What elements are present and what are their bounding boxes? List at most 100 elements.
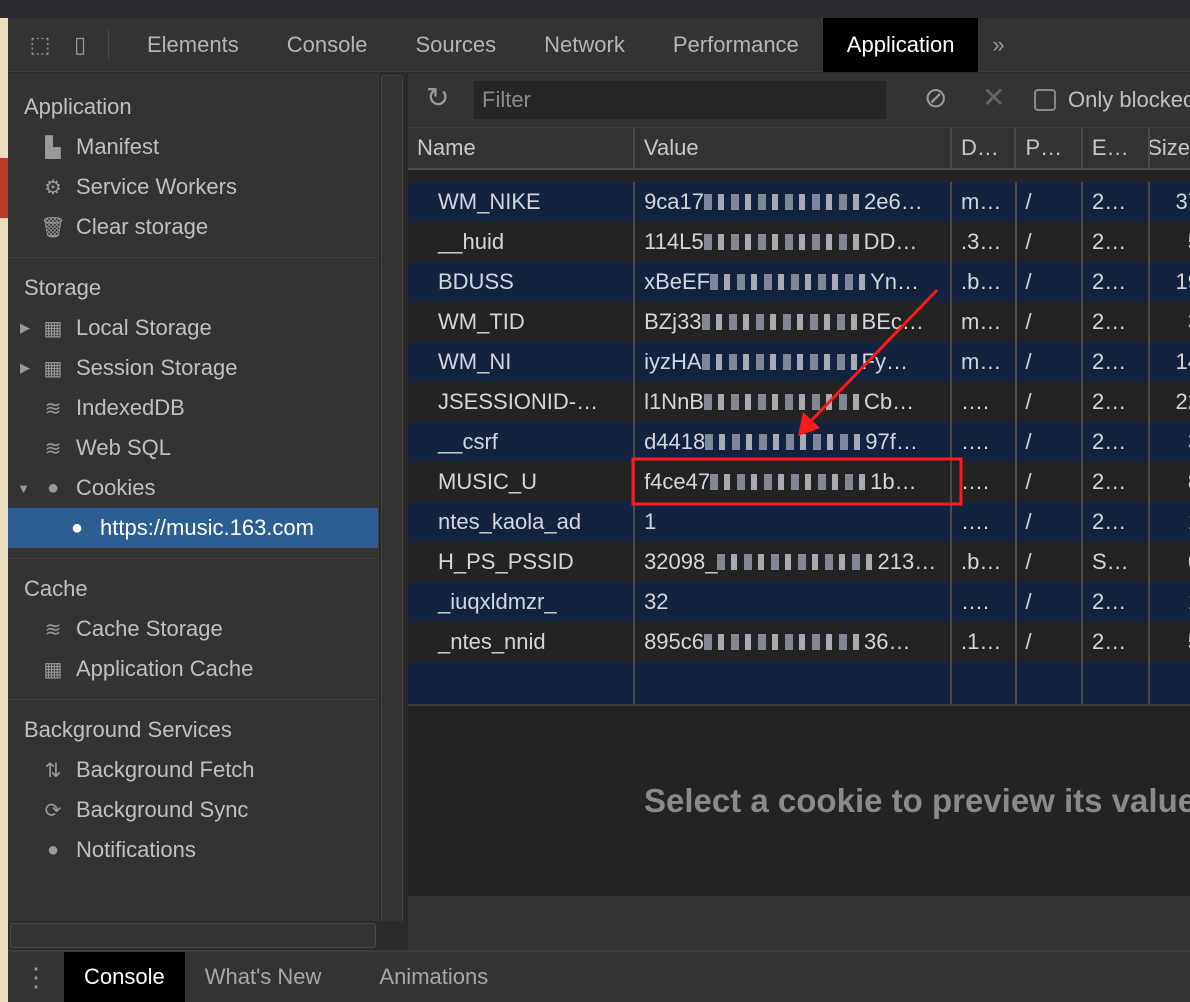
drawer-tab-animations[interactable]: Animations <box>359 952 508 1002</box>
sidebar-item[interactable]: ▼ ● Cookies <box>8 468 378 508</box>
sidebar-vertical-scrollbar[interactable] <box>378 73 406 923</box>
tab-performance[interactable]: Performance <box>649 18 823 72</box>
value-prefix: iyzHA <box>644 349 702 374</box>
table-row[interactable]: WM_TID BZj33 BEc… m…/2…3 <box>408 302 1190 342</box>
cookie-size: 3 <box>1150 422 1190 462</box>
tab-elements[interactable]: Elements <box>123 18 263 72</box>
cookies-toolbar: ↻ ⊘ ✕ Only blocked <box>408 73 1190 128</box>
tab-console[interactable]: Console <box>263 18 392 72</box>
cookie-value: 114L5 DD… <box>635 222 953 262</box>
size-value: 22 <box>1175 389 1190 414</box>
value-prefix: f4ce47 <box>644 469 711 494</box>
tab-application[interactable]: Application <box>822 17 979 72</box>
table-row[interactable]: _ntes_nnid 895c6 36… .1…/2…5 <box>408 622 1190 662</box>
cookie-value: 895c6 36… <box>635 622 953 662</box>
sidebar-item[interactable]: ≋ Web SQL <box>8 428 378 468</box>
drawer-tab-what-s-new[interactable]: What's New <box>185 952 342 1002</box>
sidebar-item[interactable]: ▶ ▦ Session Storage <box>8 348 378 388</box>
table-row[interactable]: ntes_kaola_ad1…./2…1 <box>408 502 1190 542</box>
sidebar-item[interactable]: ⟳ Background Sync <box>8 790 378 830</box>
cookie-domain: .b… <box>952 542 1017 582</box>
sidebar-item-label: Cookies <box>76 475 156 500</box>
cookie-icon: ● <box>46 476 60 499</box>
cookie-domain: .b… <box>952 262 1017 302</box>
sidebar-section-title: Cache <box>24 576 88 601</box>
cookie-name: _iuqxldmzr_ <box>408 582 636 622</box>
cookie-path: / <box>1017 382 1083 422</box>
table-row[interactable]: WM_NI iyzHA Fy… m…/2… 14 <box>408 342 1190 382</box>
sidebar-item[interactable]: ≋ IndexedDB <box>8 388 378 428</box>
cookie-size: 1 <box>1150 582 1190 622</box>
sidebar-item[interactable]: ● Notifications <box>8 830 378 870</box>
column-header[interactable]: Value <box>635 128 952 168</box>
expand-arrow-icon: ▶ <box>20 360 30 375</box>
sidebar-item[interactable]: ▙ Manifest <box>8 127 378 167</box>
cookie-path: / <box>1017 182 1083 222</box>
drawer-tab-console[interactable]: Console <box>64 952 185 1002</box>
cookie-path: / <box>1017 262 1083 302</box>
table-row[interactable]: H_PS_PSSID 32098_ 213… .b…/S…6 <box>408 542 1190 582</box>
inspect-element-icon[interactable]: ⬚ <box>20 18 60 72</box>
sidebar-item[interactable]: ⇅ Background Fetch <box>8 750 378 790</box>
clear-all-icon[interactable]: ⊘ <box>924 81 947 114</box>
more-tabs-icon[interactable]: » <box>978 18 1018 72</box>
sidebar-item[interactable]: ● https://music.163.com <box>8 508 378 548</box>
value-suffix: 213… <box>877 549 937 574</box>
sidebar-item[interactable]: ▶ ▦ Local Storage <box>8 308 378 348</box>
table-row[interactable]: JSESSIONID-… l1NnB Cb… …./2… 22 <box>408 382 1190 422</box>
column-header[interactable]: Name <box>408 128 635 168</box>
value-suffix: Fy… <box>861 349 908 374</box>
cookie-name: WM_TID <box>408 302 636 342</box>
cookie-domain: …. <box>952 502 1017 542</box>
size-value: 37 <box>1175 189 1190 214</box>
column-header[interactable]: E… <box>1083 128 1151 168</box>
sync-icon: ⟳ <box>44 799 62 822</box>
cookie-domain: .1… <box>952 622 1017 662</box>
sidebar-item[interactable]: ≋ Cache Storage <box>8 609 378 649</box>
cookie-expires: 2… <box>1083 422 1151 462</box>
sidebar-item-label: Notifications <box>76 837 196 862</box>
gear-icon: ⚙ <box>44 176 62 199</box>
table-row[interactable]: BDUSS xBeEF Yn… .b…/2… 19 <box>408 262 1190 302</box>
column-header[interactable]: D… <box>952 128 1017 168</box>
redacted-value <box>704 634 865 650</box>
table-header: Name Value D… P… E… Size <box>408 128 1190 170</box>
tab-sources[interactable]: Sources <box>391 18 520 72</box>
cookie-path: / <box>1017 582 1083 622</box>
column-header[interactable]: P… <box>1016 128 1083 168</box>
cookie-domain: …. <box>952 382 1017 422</box>
sidebar-item[interactable]: ⚙ Service Workers <box>8 167 378 207</box>
device-toolbar-icon[interactable]: ▯ <box>60 18 100 72</box>
value-suffix: Cb… <box>863 389 915 414</box>
drawer-menu-icon[interactable]: ⋮ <box>8 962 64 993</box>
cookies-panel: ↻ ⊘ ✕ Only blocked NameValueD…P…E…Size WM… <box>408 73 1190 950</box>
value-prefix: d4418 <box>644 429 706 454</box>
cookie-path: / <box>1017 502 1083 542</box>
empty-cell <box>1083 662 1151 704</box>
sidebar-item-label: IndexedDB <box>76 395 185 420</box>
refresh-icon[interactable]: ↻ <box>426 81 449 114</box>
cookie-expires: 2… <box>1083 502 1151 542</box>
sidebar-item-label: Session Storage <box>76 355 238 380</box>
column-header[interactable]: Size <box>1150 128 1190 168</box>
cookie-size: 5 <box>1150 222 1190 262</box>
cookie-expires: 2… <box>1083 342 1151 382</box>
sidebar-item[interactable]: 🗑 Clear storage <box>8 207 378 247</box>
delete-selected-icon[interactable]: ✕ <box>982 81 1005 114</box>
table-row[interactable]: __huid 114L5 DD… .3…/2…5 <box>408 222 1190 262</box>
value-prefix: 1 <box>644 509 657 534</box>
sidebar-item[interactable]: ▦ Application Cache <box>8 649 378 689</box>
cookie-name: MUSIC_U <box>408 462 636 502</box>
table-row[interactable]: WM_NIKE 9ca17 2e6… m…/2… 37 <box>408 182 1190 222</box>
table-row[interactable]: _iuqxldmzr_ 32 …./2…1 <box>408 582 1190 622</box>
only-blocked-checkbox[interactable]: Only blocked <box>1034 87 1190 113</box>
sidebar-horizontal-scrollbar[interactable] <box>8 921 406 950</box>
value-prefix: 9ca17 <box>644 189 705 214</box>
cookie-domain: m… <box>952 342 1017 382</box>
tab-network[interactable]: Network <box>520 18 649 72</box>
table-row[interactable]: __csrf d4418 97f… …./2…3 <box>408 422 1190 462</box>
table-row[interactable]: MUSIC_U f4ce47 1b… …./2…8 <box>408 462 1190 502</box>
table-filler <box>408 662 1190 704</box>
filter-input[interactable] <box>474 81 886 119</box>
size-value: 14 <box>1175 349 1190 374</box>
